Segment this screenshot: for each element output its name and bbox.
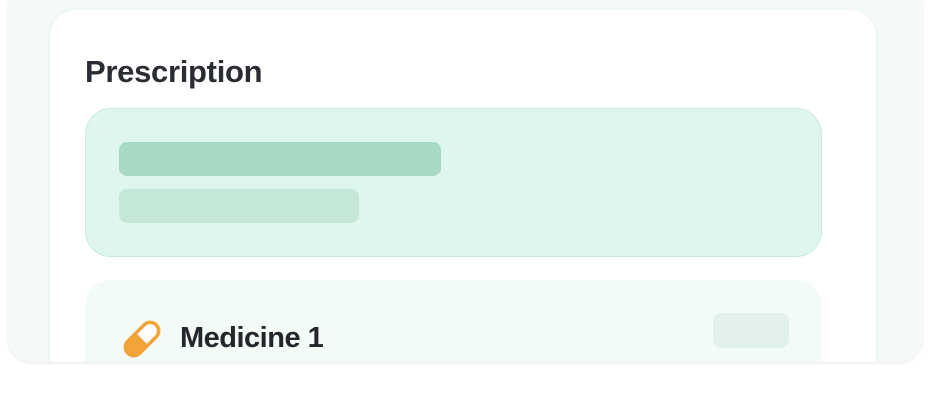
medicine-status-placeholder	[713, 313, 789, 348]
page: Prescription Medicine 1	[0, 0, 950, 418]
skeleton-line-secondary	[119, 189, 359, 223]
outer-frame: Prescription Medicine 1	[8, 0, 922, 362]
medicine-name: Medicine 1	[180, 322, 324, 354]
prescription-title: Prescription	[85, 54, 263, 89]
pill-icon	[119, 316, 165, 362]
skeleton-line-primary	[119, 142, 441, 176]
medicine-card[interactable]: Medicine 1	[85, 280, 822, 362]
prescription-card: Prescription Medicine 1	[50, 10, 876, 362]
prescription-summary-placeholder	[85, 108, 822, 257]
